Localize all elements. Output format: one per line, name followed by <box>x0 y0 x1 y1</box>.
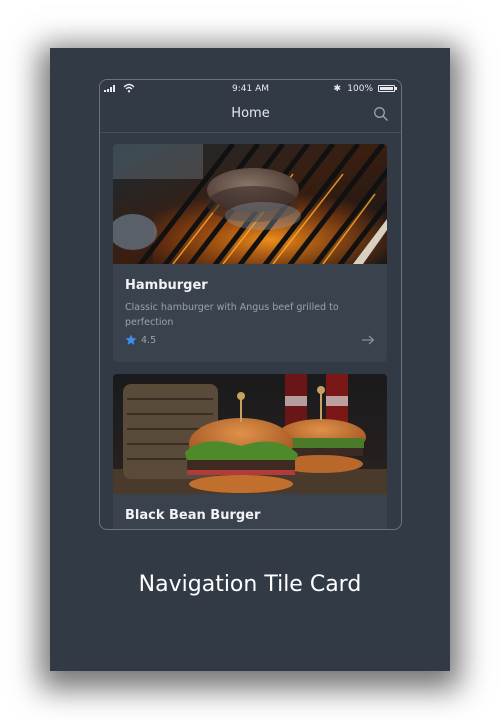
tile-card-hamburger[interactable]: Hamburger Classic hamburger with Angus b… <box>113 144 387 362</box>
showcase-panel: 9:41 AM ✱ 100% Home Hamburger Classic ha… <box>50 48 450 671</box>
page-title: Home <box>231 106 270 121</box>
star-icon <box>125 334 137 345</box>
tile-card-black-bean-burger[interactable]: Black Bean Burger <box>113 374 387 529</box>
grilled-patty-photo <box>113 144 387 264</box>
card-title: Hamburger <box>125 278 208 293</box>
phone-frame: 9:41 AM ✱ 100% Home Hamburger Classic ha… <box>99 79 402 530</box>
card-description: Classic hamburger with Angus beef grille… <box>125 302 339 328</box>
nav-bar: Home <box>100 98 401 133</box>
search-icon[interactable] <box>373 106 389 122</box>
bluetooth-icon: ✱ <box>333 84 341 94</box>
burger-photo <box>113 374 387 494</box>
showcase-caption: Navigation Tile Card <box>138 572 362 597</box>
rating: 4.5 <box>125 334 156 346</box>
rating-value: 4.5 <box>141 334 157 346</box>
card-title: Black Bean Burger <box>125 508 261 523</box>
status-bar: 9:41 AM ✱ 100% <box>100 80 401 98</box>
battery-icon <box>378 85 397 92</box>
battery-percent: 100% <box>347 84 373 94</box>
arrow-right-icon[interactable] <box>361 334 375 346</box>
